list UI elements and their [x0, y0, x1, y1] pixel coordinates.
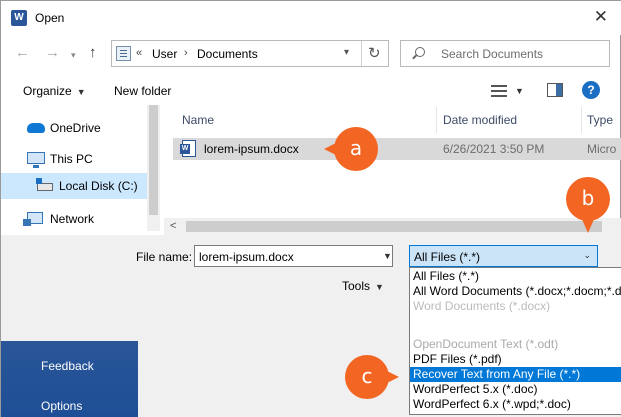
- file-type-option[interactable]: PDF Files (*.pdf): [410, 352, 621, 367]
- view-options-icon[interactable]: [491, 84, 507, 98]
- file-type-selected: All Files (*.*): [414, 250, 481, 264]
- preview-pane-icon[interactable]: [547, 83, 563, 97]
- dropdown-gap: [410, 312, 621, 333]
- file-type-select[interactable]: All Files (*.*) ⌄: [409, 245, 598, 267]
- up-arrow-icon[interactable]: ↑: [89, 45, 97, 61]
- file-name-field[interactable]: lorem-ipsum.docx: [194, 245, 393, 267]
- annotation-badge-a: a: [324, 127, 378, 171]
- nav-item-label: Network: [50, 212, 95, 226]
- file-name-value: lorem-ipsum.docx: [199, 250, 294, 264]
- file-name-dropdown-chevron-icon[interactable]: ▼: [383, 251, 392, 261]
- search-box[interactable]: Search Documents: [400, 40, 610, 67]
- tools-label: Tools: [342, 279, 371, 293]
- backstage-sidebar: Feedback Options: [1, 341, 138, 417]
- file-type-dropdown-list: All Files (*.*) All Word Documents (*.do…: [409, 267, 621, 415]
- computer-icon: [27, 152, 45, 168]
- search-icon: [415, 47, 425, 57]
- table-row[interactable]: lorem-ipsum.docx 6/26/2021 3:50 PM Micro: [173, 138, 621, 160]
- nav-item-this-pc[interactable]: This PC: [1, 146, 159, 172]
- column-header-date-modified[interactable]: Date modified: [443, 113, 517, 127]
- organize-button[interactable]: Organize ▼: [23, 84, 86, 98]
- feedback-link[interactable]: Feedback: [41, 359, 94, 373]
- breadcrumb-overflow[interactable]: «: [136, 47, 142, 59]
- chevron-down-icon: ▼: [76, 87, 86, 97]
- file-type-option[interactable]: WordPerfect 5.x (*.doc): [410, 382, 621, 397]
- recent-locations-chevron-icon[interactable]: ▾: [71, 47, 76, 63]
- file-name-label: File name:: [136, 250, 193, 264]
- nav-item-label: This PC: [50, 152, 93, 166]
- network-icon: [23, 212, 43, 226]
- file-type-option[interactable]: All Word Documents (*.docx;*.docm;*.d: [410, 284, 621, 299]
- cloud-icon: [27, 123, 45, 133]
- close-button[interactable]: ✕: [594, 7, 608, 27]
- chevron-down-icon: ▼: [375, 282, 384, 292]
- chevron-down-icon: ⌄: [583, 250, 591, 260]
- breadcrumb-user[interactable]: User: [152, 47, 177, 61]
- title-bar: W Open ✕: [1, 1, 621, 35]
- file-type-option[interactable]: WordPerfect 6.x (*.wpd;*.doc): [410, 397, 621, 412]
- file-date-modified: 6/26/2021 3:50 PM: [443, 142, 545, 156]
- annotation-badge-c: c: [345, 355, 399, 399]
- file-type: Micro: [587, 142, 617, 156]
- scroll-left-arrow-icon[interactable]: <: [170, 220, 176, 232]
- file-type-option[interactable]: OpenDocument Text (*.odt): [410, 337, 621, 352]
- window-title: Open: [35, 11, 65, 25]
- forward-arrow-icon[interactable]: →: [45, 45, 60, 61]
- organize-label: Organize: [23, 84, 72, 98]
- nav-item-label: OneDrive: [50, 121, 101, 135]
- address-dropdown-chevron-icon[interactable]: ▾: [344, 47, 349, 58]
- nav-pane-scrollbar[interactable]: [147, 105, 160, 231]
- new-folder-button[interactable]: New folder: [114, 84, 171, 98]
- nav-item-label: Local Disk (C:): [59, 179, 138, 193]
- open-dialog: W Open ✕ ← → ▾ ↑ « User › Documents ▾ ↻ …: [0, 0, 621, 417]
- nav-item-network[interactable]: Network: [1, 206, 159, 232]
- column-divider[interactable]: [436, 107, 437, 133]
- tools-button[interactable]: Tools ▼: [342, 279, 384, 293]
- options-link[interactable]: Options: [41, 399, 82, 413]
- address-divider: [361, 41, 362, 66]
- column-divider[interactable]: [581, 107, 582, 133]
- breadcrumb-documents[interactable]: Documents: [197, 47, 258, 61]
- refresh-icon[interactable]: ↻: [368, 44, 381, 62]
- nav-pane-scroll-thumb[interactable]: [149, 105, 158, 215]
- search-input[interactable]: Search Documents: [441, 47, 543, 61]
- documents-folder-icon: [116, 46, 131, 61]
- disk-icon: [36, 178, 53, 191]
- navigation-pane: OneDrive This PC Local Disk (C:) Network: [1, 105, 159, 232]
- nav-item-onedrive[interactable]: OneDrive: [1, 115, 159, 141]
- annotation-badge-b: b: [566, 177, 610, 233]
- file-type-option[interactable]: All Files (*.*): [410, 269, 621, 284]
- nav-item-local-disk[interactable]: Local Disk (C:): [1, 173, 159, 199]
- word-document-icon: [180, 140, 196, 157]
- address-bar[interactable]: « User › Documents ▾ ↻: [111, 40, 389, 67]
- breadcrumb-separator: ›: [184, 47, 188, 59]
- word-icon: W: [11, 10, 27, 26]
- back-arrow-icon[interactable]: ←: [15, 45, 30, 61]
- view-dropdown-chevron-icon[interactable]: ▼: [515, 86, 524, 96]
- file-type-option-highlighted[interactable]: Recover Text from Any File (*.*): [410, 367, 621, 382]
- column-header-name[interactable]: Name: [182, 113, 214, 127]
- file-list-horizontal-scrollbar[interactable]: <: [164, 218, 621, 235]
- file-name: lorem-ipsum.docx: [204, 142, 299, 156]
- help-icon[interactable]: ?: [582, 81, 600, 99]
- horizontal-scroll-thumb[interactable]: [186, 221, 602, 232]
- column-header-type[interactable]: Type: [587, 113, 613, 127]
